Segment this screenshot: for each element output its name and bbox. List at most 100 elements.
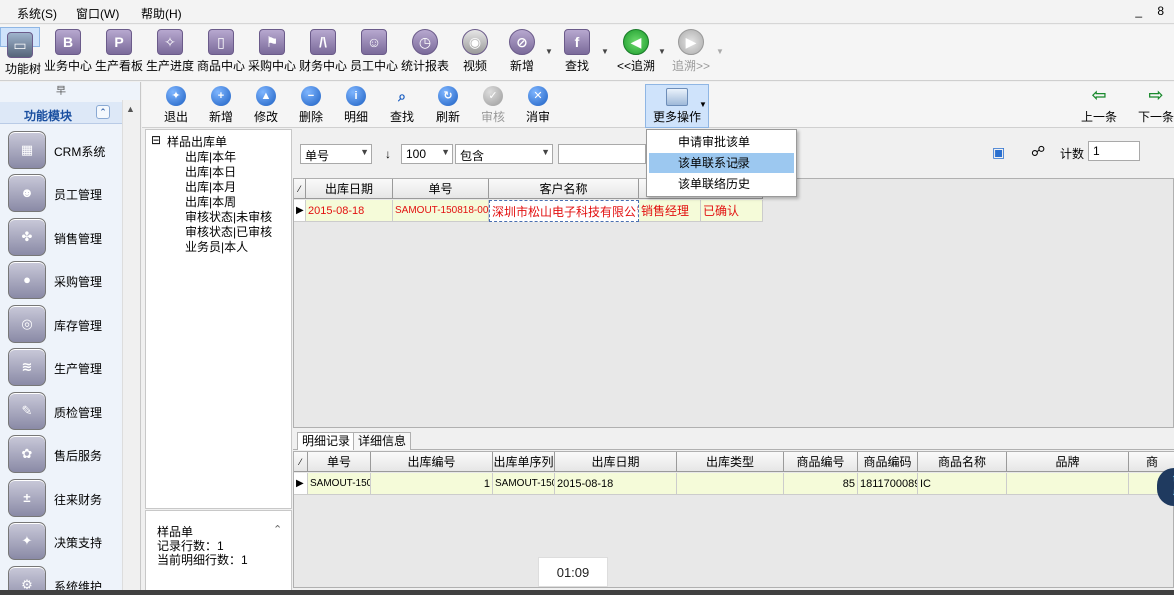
scroll-up-icon[interactable]: ▲ (126, 104, 135, 114)
find-dropdown-caret[interactable]: ▼ (601, 47, 609, 56)
column-header[interactable]: 客户名称 (489, 179, 639, 199)
menu-help[interactable]: 帮助(H) (141, 5, 182, 22)
table-cell[interactable] (677, 473, 784, 495)
toolbar-add[interactable]: ⊘ 新增 (505, 27, 539, 79)
trace-back-dropdown-caret[interactable]: ▼ (658, 47, 666, 56)
collapse-icon[interactable]: ⌃ (96, 105, 110, 119)
tab-detail-records[interactable]: 明细记录 (297, 432, 356, 450)
table-cell[interactable]: IC (918, 473, 1007, 495)
column-header[interactable]: 单号 (308, 452, 371, 472)
table-cell-selected[interactable]: 深圳市松山电子科技有限公司 (489, 200, 639, 222)
toolbar-production-progress[interactable]: ✧ 生产进度 (146, 27, 194, 79)
video-progress-bar[interactable] (0, 590, 1174, 595)
sidebar-item-finance[interactable]: ± 往来财务 (0, 477, 122, 519)
toolbar-video[interactable]: ◉ 视频 (458, 27, 492, 79)
sidebar-item-after-sales[interactable]: ✿ 售后服务 (0, 433, 122, 475)
info-scroll-up-icon[interactable]: ⌃ (273, 523, 282, 536)
sidebar-item-production[interactable]: ≋ 生产管理 (0, 346, 122, 388)
table-cell[interactable]: SAMOUT-1508 (493, 473, 555, 495)
menu-item-apply-approval[interactable]: 申请审批该单 (649, 132, 794, 152)
sidebar-item-decision[interactable]: ✦ 决策支持 (0, 520, 122, 562)
main-grid: ⁄ 出库日期 单号 客户名称 ▶ 2015-08-18 SAMOUT-15081… (293, 178, 1174, 428)
column-header[interactable]: 商品编码 (858, 452, 918, 472)
column-header[interactable]: 出库日期 (306, 179, 393, 199)
exit-button[interactable]: ✦ 退出 (156, 86, 196, 125)
table-cell[interactable]: 1 (371, 473, 493, 495)
finance-icon: /\ (310, 29, 336, 55)
sidebar-item-inventory[interactable]: ◎ 库存管理 (0, 303, 122, 345)
sidebar-pin-handle[interactable]: 早 (0, 82, 122, 100)
next-record-button[interactable]: ⇨ 下一条 (1134, 86, 1174, 125)
table-cell[interactable] (1007, 473, 1129, 495)
after-sales-icon: ✿ (8, 435, 46, 473)
filter-value-input[interactable] (558, 144, 646, 164)
toolbar-function-tree[interactable]: ▭ 功能树 (0, 27, 41, 76)
detail-button[interactable]: i 明细 (336, 86, 376, 125)
sort-direction-icon[interactable]: ↓ (385, 147, 391, 161)
menu-item-contact-history[interactable]: 该单联络历史 (649, 174, 794, 194)
more-operations-dropdown-icon[interactable]: ▼ (699, 100, 707, 109)
window-controls[interactable]: _ 8 (1135, 4, 1170, 18)
crm-icon: ▦ (8, 131, 46, 169)
menu-item-contact-record[interactable]: 该单联系记录 (649, 153, 794, 173)
tab-detail-info[interactable]: 详细信息 (353, 432, 412, 450)
table-cell[interactable]: 1811700089 (858, 473, 918, 495)
sidebar-item-quality[interactable]: ✎ 质检管理 (0, 390, 122, 432)
edit-button[interactable]: ▲ 修改 (246, 86, 286, 125)
operator-select[interactable]: 包含 ▼ (455, 144, 553, 164)
menu-window[interactable]: 窗口(W) (76, 5, 119, 22)
sidebar-scrollbar[interactable]: ▲ (122, 100, 140, 595)
column-header[interactable]: 出库单序列 (493, 452, 555, 472)
table-cell[interactable]: 2015-08-18 (555, 473, 677, 495)
column-header[interactable]: 出库日期 (555, 452, 677, 472)
image-search-icon[interactable]: ▣ (992, 144, 1005, 161)
table-cell[interactable]: 2015-08-18 (306, 200, 393, 222)
refresh-icon: ↻ (438, 86, 458, 106)
tree-expander-icon[interactable]: ⊟ (151, 133, 161, 147)
delete-button[interactable]: − 删除 (291, 86, 331, 125)
field-select[interactable]: 单号 ▼ (300, 144, 372, 164)
trace-forward-dropdown-caret[interactable]: ▼ (716, 47, 724, 56)
previous-record-button[interactable]: ⇦ 上一条 (1077, 86, 1121, 125)
toolbar-trace-forward[interactable]: ▶ 追溯>> (670, 27, 712, 79)
toolbar-purchase-center[interactable]: ⚑ 采购中心 (248, 27, 296, 79)
table-cell[interactable]: 销售经理 (639, 200, 701, 222)
forward-arrow-icon: ▶ (678, 29, 704, 55)
column-header[interactable]: 出库编号 (371, 452, 493, 472)
binoculars-icon[interactable]: ☍ (1031, 143, 1045, 160)
column-header[interactable]: 出库类型 (677, 452, 784, 472)
cancel-audit-button[interactable]: ✕ 消审 (518, 86, 558, 125)
menu-system[interactable]: 系统(S) (17, 5, 57, 22)
toolbar-business-center[interactable]: B 业务中心 (44, 27, 92, 79)
toolbar-goods-center[interactable]: ▯ 商品中心 (197, 27, 245, 79)
toolbar-production-board[interactable]: P 生产看板 (95, 27, 143, 79)
row-pointer-icon: ▶ (294, 200, 306, 222)
find-icon: f (564, 29, 590, 55)
table-cell[interactable]: 85 (784, 473, 858, 495)
refresh-button[interactable]: ↻ 刷新 (428, 86, 468, 125)
add-button[interactable]: + 新增 (201, 86, 241, 125)
sidebar-item-staff[interactable]: ☻ 员工管理 (0, 172, 122, 214)
limit-select[interactable]: 100 ▼ (401, 144, 453, 164)
count-input[interactable]: 1 (1088, 141, 1140, 161)
table-cell[interactable]: SAMOUT-1508 (308, 473, 371, 495)
column-header[interactable]: 商品名称 (918, 452, 1007, 472)
tree-node[interactable]: 业务员|本人 (185, 238, 248, 255)
table-cell[interactable]: 已确认 (701, 200, 763, 222)
toolbar-trace-back[interactable]: ◀ <<追溯 (616, 27, 656, 79)
toolbar-staff-center[interactable]: ☺ 员工中心 (350, 27, 398, 79)
detail-grid: ⁄ 单号 出库编号 出库单序列 出库日期 出库类型 商品编号 商品编码 商品名称… (293, 451, 1174, 588)
column-header[interactable]: 单号 (393, 179, 489, 199)
sidebar-item-crm[interactable]: ▦ CRM系统 (0, 129, 122, 171)
toolbar-finance-center[interactable]: /\ 财务中心 (299, 27, 347, 79)
toolbar-find[interactable]: f 查找 (560, 27, 594, 79)
sidebar-item-purchase[interactable]: ● 采购管理 (0, 259, 122, 301)
table-cell[interactable]: SAMOUT-150818-001 (393, 200, 489, 222)
column-header[interactable]: 品牌 (1007, 452, 1129, 472)
column-header[interactable]: 商品编号 (784, 452, 858, 472)
sidebar-item-sales[interactable]: ✤ 销售管理 (0, 216, 122, 258)
audit-button[interactable]: ✓ 审核 (473, 86, 513, 125)
toolbar-statistics-report[interactable]: ◷ 统计报表 (401, 27, 449, 79)
add-dropdown-caret[interactable]: ▼ (545, 47, 553, 56)
find-button[interactable]: ⌕ 查找 (382, 86, 422, 125)
